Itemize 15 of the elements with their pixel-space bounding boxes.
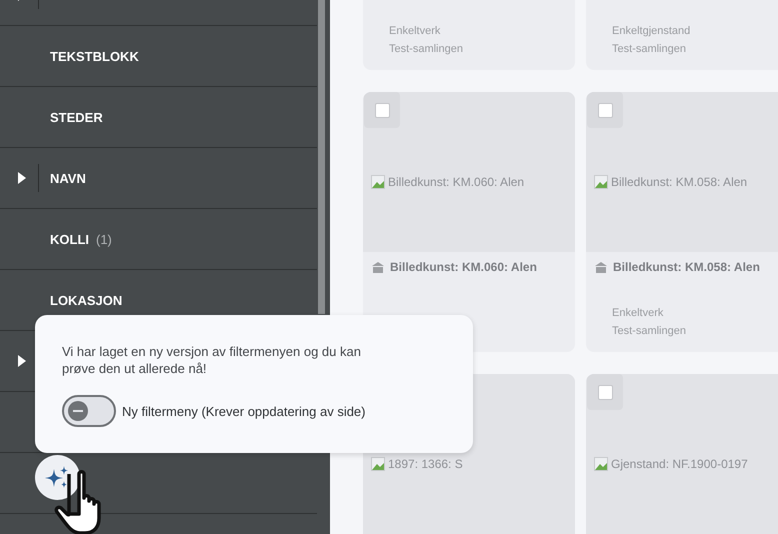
object-type: Enkeltgjenstand	[612, 24, 692, 39]
card-title: Billedkunst: KM.058: Alen	[613, 260, 760, 274]
image-alt-text: 1897: 1366: S	[388, 457, 463, 471]
collection-name: Test-samlingen	[389, 42, 464, 57]
toggle-label: Ny filtermeny (Krever oppdatering av side)	[122, 404, 366, 418]
collection-name: Test-samlingen	[612, 42, 687, 57]
collection-name: Test-samlingen	[612, 324, 687, 339]
object-type: Enkeltverk	[612, 306, 664, 321]
result-count: (1)	[96, 232, 112, 246]
image-alt-text: Gjenstand: NF.1900-0197	[611, 457, 748, 471]
announcement-text: Vi har laget en ny versjon av filtermenyen og du kan prøve den ut allerede nå!	[62, 343, 362, 377]
object-type: Enkeltverk	[389, 24, 442, 39]
image-alt-text: Billedkunst: KM.058: Alen	[611, 175, 748, 189]
card-title: Billedkunst: KM.060: Alen	[390, 260, 537, 274]
image-alt-text: Billedkunst: KM.060: Alen	[388, 175, 524, 189]
